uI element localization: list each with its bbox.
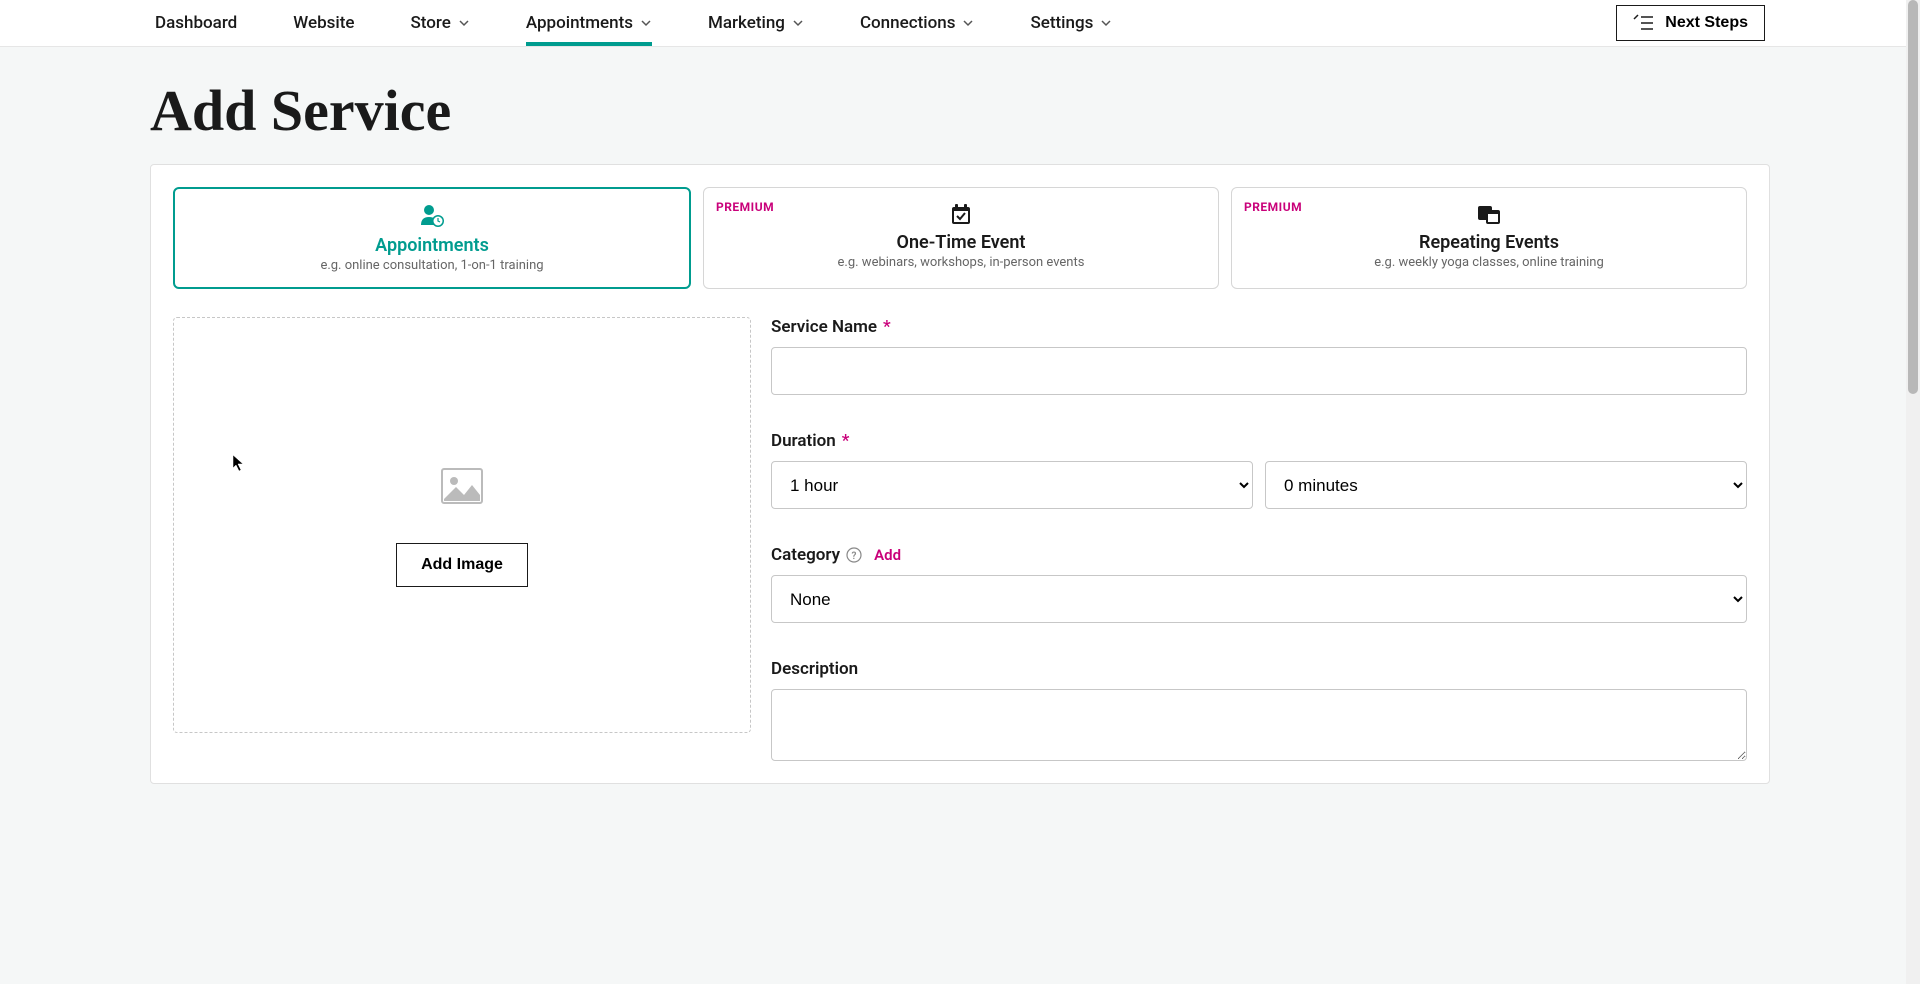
- duration-hours-select[interactable]: 1 hour: [771, 461, 1253, 509]
- image-upload-area[interactable]: Add Image: [173, 317, 751, 733]
- type-card-repeating-events[interactable]: PREMIUM Repeating Events e.g. weekly yog…: [1231, 187, 1747, 289]
- label-text: Duration: [771, 431, 836, 451]
- page-title: Add Service: [0, 47, 1920, 164]
- type-card-subtitle: e.g. online consultation, 1-on-1 trainin…: [193, 258, 671, 273]
- add-category-link[interactable]: Add: [874, 546, 901, 564]
- help-icon[interactable]: ?: [846, 547, 862, 563]
- type-card-one-time-event[interactable]: PREMIUM One-Time Event e.g. webinars, wo…: [703, 187, 1219, 289]
- nav-appointments[interactable]: Appointments: [526, 0, 652, 46]
- premium-badge: PREMIUM: [1244, 200, 1302, 214]
- service-name-label: Service Name *: [771, 317, 1747, 337]
- image-placeholder-icon: [438, 463, 486, 511]
- scrollbar-track: [1906, 0, 1920, 984]
- nav-items-group: Dashboard Website Store Appointments Mar…: [155, 0, 1112, 46]
- calendar-repeat-icon: [1476, 202, 1502, 226]
- nav-store[interactable]: Store: [410, 0, 469, 46]
- type-card-subtitle: e.g. webinars, workshops, in-person even…: [722, 255, 1200, 270]
- nav-label: Appointments: [526, 13, 633, 33]
- chevron-down-icon: [792, 17, 804, 29]
- type-card-subtitle: e.g. weekly yoga classes, online trainin…: [1250, 255, 1728, 270]
- calendar-check-icon: [949, 202, 973, 226]
- chevron-down-icon: [1100, 17, 1112, 29]
- required-marker: *: [883, 317, 891, 337]
- nav-label: Website: [293, 13, 354, 33]
- chevron-down-icon: [458, 17, 470, 29]
- nav-label: Dashboard: [155, 13, 237, 33]
- next-steps-button[interactable]: Next Steps: [1616, 5, 1765, 41]
- category-label: Category ? Add: [771, 545, 1747, 565]
- add-image-button[interactable]: Add Image: [396, 543, 528, 587]
- next-steps-label: Next Steps: [1665, 14, 1748, 32]
- form-row: Add Image Service Name * Duration * 1 ho…: [173, 317, 1747, 761]
- chevron-down-icon: [640, 17, 652, 29]
- nav-label: Store: [410, 13, 450, 33]
- svg-text:?: ?: [852, 551, 857, 562]
- nav-label: Marketing: [708, 13, 785, 33]
- label-text: Service Name: [771, 317, 877, 337]
- top-navigation: Dashboard Website Store Appointments Mar…: [0, 0, 1920, 47]
- service-type-selector: Appointments e.g. online consultation, 1…: [173, 187, 1747, 289]
- required-marker: *: [842, 431, 850, 451]
- label-text: Category: [771, 545, 840, 565]
- main-form-card: Appointments e.g. online consultation, 1…: [150, 164, 1770, 784]
- description-label: Description: [771, 659, 1747, 679]
- nav-settings[interactable]: Settings: [1030, 0, 1112, 46]
- chevron-down-icon: [962, 17, 974, 29]
- type-card-title: Repeating Events: [1250, 232, 1728, 253]
- duration-minutes-select[interactable]: 0 minutes: [1265, 461, 1747, 509]
- duration-label: Duration *: [771, 431, 1747, 451]
- nav-dashboard[interactable]: Dashboard: [155, 0, 237, 46]
- duration-select-group: 1 hour 0 minutes: [771, 461, 1747, 509]
- nav-connections[interactable]: Connections: [860, 0, 975, 46]
- scrollbar-thumb[interactable]: [1908, 0, 1918, 394]
- category-select[interactable]: None: [771, 575, 1747, 623]
- nav-label: Connections: [860, 13, 956, 33]
- type-card-appointments[interactable]: Appointments e.g. online consultation, 1…: [173, 187, 691, 289]
- nav-marketing[interactable]: Marketing: [708, 0, 804, 46]
- form-fields: Service Name * Duration * 1 hour 0 minut…: [771, 317, 1747, 761]
- description-textarea[interactable]: [771, 689, 1747, 761]
- nav-website[interactable]: Website: [293, 0, 354, 46]
- label-text: Description: [771, 659, 858, 679]
- checklist-icon: [1633, 14, 1655, 32]
- premium-badge: PREMIUM: [716, 200, 774, 214]
- nav-label: Settings: [1030, 13, 1093, 33]
- type-card-title: Appointments: [193, 235, 671, 256]
- service-name-input[interactable]: [771, 347, 1747, 395]
- person-clock-icon: [419, 203, 445, 229]
- type-card-title: One-Time Event: [722, 232, 1200, 253]
